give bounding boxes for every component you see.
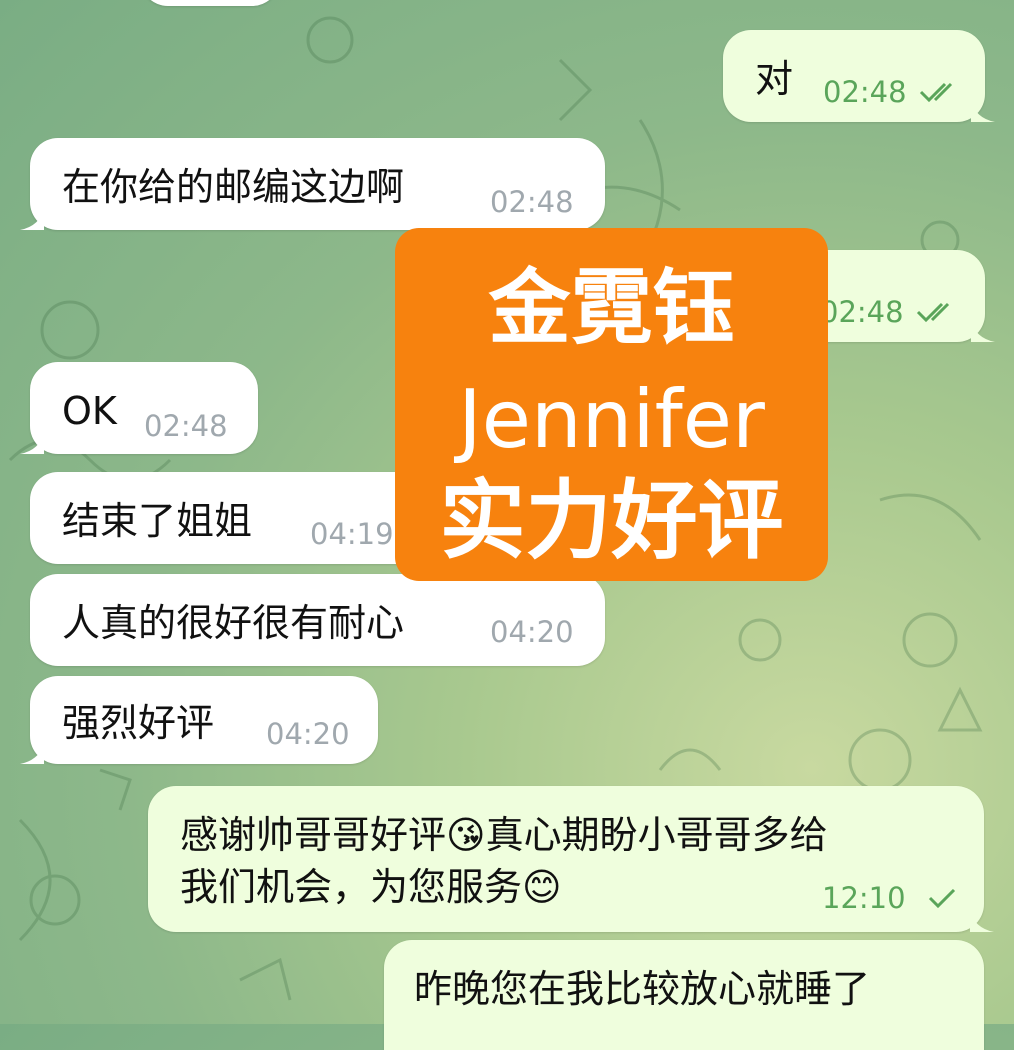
message-bubble-incoming[interactable]: 强烈好评 04:20 [20, 676, 378, 764]
double-check-icon [916, 302, 950, 323]
message-bubble-outgoing[interactable]: 感谢帅哥哥好评😘真心期盼小哥哥多给 我们机会，为您服务😊 12:10 [148, 786, 994, 932]
message-time: 04:20 [490, 615, 574, 649]
message-time: 02:48 [820, 295, 904, 329]
double-check-icon [919, 82, 953, 103]
message-bubble-incoming[interactable]: OK 02:48 [20, 362, 258, 454]
check-icon [928, 888, 956, 909]
message-time: 02:48 [144, 409, 228, 443]
message-time: 02:48 [490, 185, 574, 219]
message-time: 04:20 [266, 717, 350, 751]
message-text: 结束了姐姐 [62, 499, 253, 543]
message-time: 12:10 [822, 881, 906, 915]
message-text-line1: 感谢帅哥哥好评😘真心期盼小哥哥多给 [180, 813, 828, 857]
message-bubble-partial[interactable] [140, 0, 280, 6]
message-bubble-outgoing[interactable]: 昨晚您在我比较放心就睡了 [384, 940, 984, 1050]
message-bubble-incoming[interactable]: 人真的很好很有耐心 04:20 [30, 574, 605, 666]
message-text: 在你给的邮编这边啊 [62, 165, 405, 209]
message-time: 02:48 [823, 75, 907, 109]
message-text-line2: 我们机会，为您服务😊 [180, 865, 562, 909]
promo-overlay-label: 金霓钰 Jennifer 实力好评 [395, 228, 828, 581]
overlay-chinese-name: 金霓钰 [488, 261, 735, 356]
message-bubble-incoming[interactable]: 在你给的邮编这边啊 02:48 [20, 138, 605, 230]
message-text: 昨晚您在我比较放心就睡了 [414, 967, 871, 1011]
message-time: 04:19 [310, 517, 394, 551]
overlay-english-name: Jennifer [458, 373, 765, 466]
message-text: 对 [755, 57, 794, 101]
message-bubble-outgoing[interactable]: 对 02:48 [723, 30, 995, 122]
message-bubble-incoming[interactable]: 结束了姐姐 04:19 [30, 472, 430, 564]
message-text: 强烈好评 [62, 701, 215, 745]
message-text: 人真的很好很有耐心 [62, 601, 405, 645]
message-text: OK [62, 389, 117, 433]
overlay-slogan: 实力好评 [439, 471, 784, 571]
